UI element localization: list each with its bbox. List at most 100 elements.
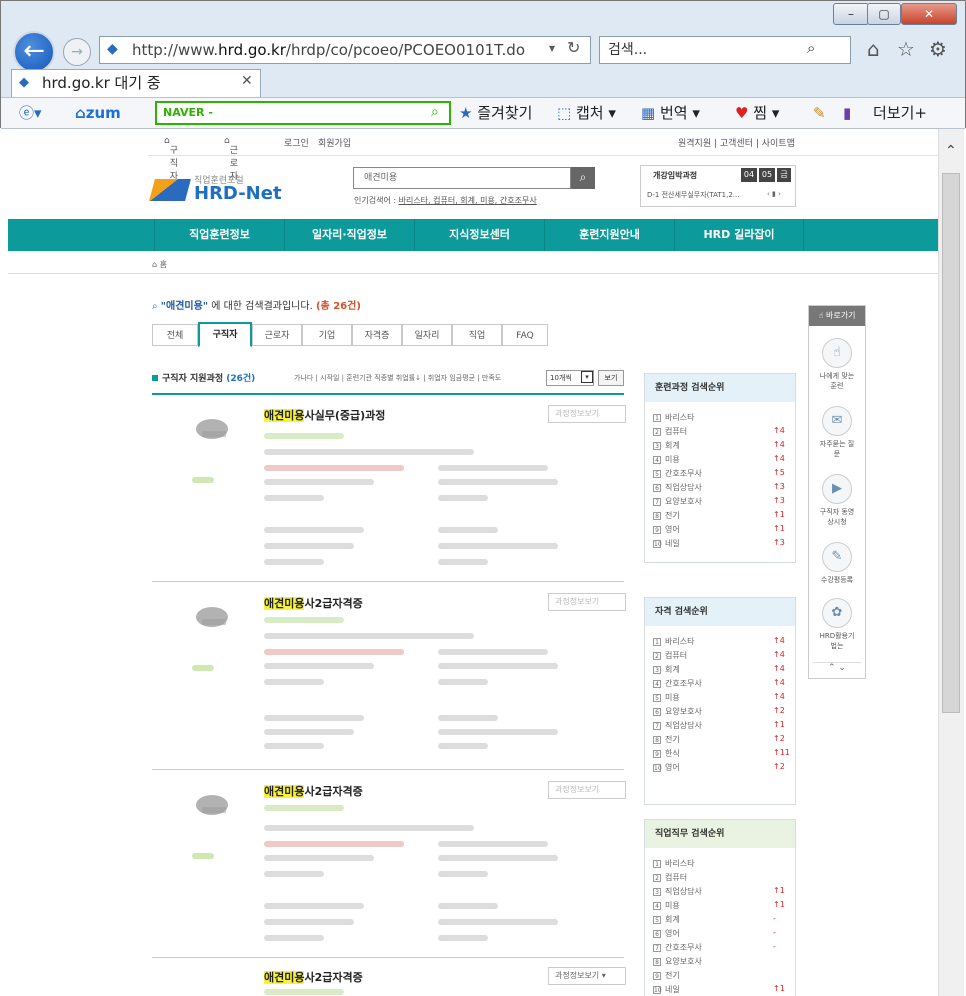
rank-row[interactable]: 10 영어 ↑2 xyxy=(653,762,785,773)
rank-row[interactable]: 7 요양보호사 ↑3 xyxy=(653,496,785,507)
tab-jobs[interactable]: 일자리 xyxy=(402,324,452,346)
rank-row[interactable]: 10 네일 ↑1 xyxy=(653,984,785,995)
tab-seeker[interactable]: 구직자 xyxy=(198,322,252,347)
back-button[interactable]: ← xyxy=(13,31,55,73)
course-title[interactable]: 애견미용사2급자격증 xyxy=(264,595,363,611)
site-search-input[interactable]: 애견미용 xyxy=(353,167,571,189)
course-title[interactable]: 애견미용사2급자격증 xyxy=(264,969,363,985)
home-icon[interactable]: ⌂ xyxy=(867,37,880,61)
rank-row[interactable]: 3 회계 ↑4 xyxy=(653,664,785,675)
tab-company[interactable]: 기업 xyxy=(302,324,352,346)
rank-row[interactable]: 6 영어 - xyxy=(653,928,776,939)
translate-button[interactable]: ▦ 번역 ▾ xyxy=(641,103,700,123)
naver-search-input[interactable]: NAVER - xyxy=(155,101,451,125)
scrollbar-thumb[interactable] xyxy=(942,173,960,713)
tab-license[interactable]: 자격증 xyxy=(352,324,402,346)
maximize-button[interactable]: ▢ xyxy=(867,3,901,25)
rank-number: 6 xyxy=(653,930,661,938)
course-title[interactable]: 애견미용사2급자격증 xyxy=(264,783,363,799)
view-button[interactable]: 보기 xyxy=(598,370,624,386)
rank-row[interactable]: 5 간호조무사 ↑5 xyxy=(653,468,785,479)
rank-row[interactable]: 1 바리스타 ↑4 xyxy=(653,636,785,647)
notice-pager[interactable]: ‹ ▮ › xyxy=(767,190,781,198)
search-icon[interactable]: ⌕ xyxy=(807,39,815,57)
nav-jobs[interactable]: 일자리·직업정보 xyxy=(284,219,414,251)
zum-button[interactable]: ⌂zum xyxy=(75,103,121,123)
worker-link[interactable]: ⌂ 근로자 xyxy=(224,136,238,182)
nav-training[interactable]: 직업훈련정보 xyxy=(154,219,284,251)
rank-row[interactable]: 2 컴퓨터 xyxy=(653,872,687,883)
zzim-button[interactable]: ♥ 찜 ▾ xyxy=(735,103,779,123)
gear-icon[interactable]: ⚙ xyxy=(929,37,947,61)
tab-occupation[interactable]: 직업 xyxy=(452,324,502,346)
util-links[interactable]: 원격지원 | 고객센터 | 사이트맵 xyxy=(678,136,795,149)
tab-faq[interactable]: FAQ xyxy=(502,324,548,346)
rank-row[interactable]: 7 직업상담사 ↑1 xyxy=(653,720,785,731)
favorites-star-icon[interactable]: ☆ xyxy=(897,37,915,61)
tab-worker[interactable]: 근로자 xyxy=(252,324,302,346)
rank-row[interactable]: 1 바리스타 xyxy=(653,858,694,869)
rank-keyword: 간호조무사 xyxy=(665,679,702,688)
scroll-up-icon[interactable]: ⌃ xyxy=(945,143,957,159)
close-button[interactable]: ✕ xyxy=(901,3,957,25)
rank-row[interactable]: 8 전기 ↑1 xyxy=(653,510,785,521)
rank-row[interactable]: 10 네일 ↑3 xyxy=(653,538,785,549)
rank-row[interactable]: 4 간호조무사 ↑4 xyxy=(653,678,785,689)
capture-button[interactable]: ⬚ 캡처 ▾ xyxy=(557,103,616,123)
rank-row[interactable]: 2 컴퓨터 ↑4 xyxy=(653,650,785,661)
ie-logo-icon[interactable]: ⓔ▾ xyxy=(19,103,42,123)
rank-row[interactable]: 4 미용 ↑1 xyxy=(653,900,785,911)
nav-support[interactable]: 훈련지원안내 xyxy=(544,219,674,251)
rank-row[interactable]: 6 직업상담사 ↑3 xyxy=(653,482,785,493)
rank-row[interactable]: 2 컴퓨터 ↑4 xyxy=(653,426,785,437)
course-title[interactable]: 애견미용사실무(중급)과정 xyxy=(264,407,385,423)
more-button[interactable]: 더보기+ xyxy=(873,103,927,123)
rank-row[interactable]: 3 직업상담사 ↑1 xyxy=(653,886,785,897)
book-icon[interactable]: ▮ xyxy=(843,103,851,123)
minimize-button[interactable]: – xyxy=(833,3,869,25)
course-detail-select[interactable]: 과정정보보기 xyxy=(548,781,626,799)
refresh-icon[interactable]: ↻ xyxy=(567,38,580,57)
course-detail-select[interactable]: 과정정보보기 xyxy=(548,405,626,423)
favorites-button[interactable]: ★ 즐겨찾기 xyxy=(459,103,532,123)
page-scrollbar[interactable]: ⌃ xyxy=(938,129,964,996)
rank-row[interactable]: 5 회계 - xyxy=(653,914,776,925)
tab-close-icon[interactable]: ✕ xyxy=(241,73,253,89)
rank-row[interactable]: 3 회계 ↑4 xyxy=(653,440,785,451)
nav-knowledge[interactable]: 지식정보센터 xyxy=(414,219,544,251)
naver-search-icon[interactable]: ⌕ xyxy=(431,104,439,120)
rank-row[interactable]: 4 미용 ↑4 xyxy=(653,454,785,465)
rank-row[interactable]: 6 요양보호사 ↑2 xyxy=(653,706,785,717)
rank-row[interactable]: 9 한식 ↑11 xyxy=(653,748,790,759)
rank-row[interactable]: 1 바리스타 xyxy=(653,412,694,423)
tab-all[interactable]: 전체 xyxy=(152,324,198,346)
quick-training-match[interactable]: ☝ 나에게 맞는훈련 xyxy=(817,338,857,391)
nav-guide[interactable]: HRD 길라잡이 xyxy=(674,219,804,251)
rank-row[interactable]: 8 요양보호사 xyxy=(653,956,702,967)
rank-row[interactable]: 5 미용 ↑4 xyxy=(653,692,785,703)
rank-row[interactable]: 9 영어 ↑1 xyxy=(653,524,785,535)
login-link[interactable]: 로그인 xyxy=(284,136,309,149)
browser-tab[interactable]: hrd.go.kr 대기 중 xyxy=(11,69,261,97)
quick-scroll[interactable]: ⌃ ⌄ xyxy=(813,662,861,676)
home-icon[interactable]: ⌂ xyxy=(152,260,157,269)
per-page-select[interactable]: 10개씩 ▾ xyxy=(546,370,594,386)
join-link[interactable]: 회원가입 xyxy=(318,136,351,149)
quick-video[interactable]: ▶ 구직자 동영상시청 xyxy=(817,474,857,527)
forward-button[interactable]: → xyxy=(63,38,91,66)
address-bar[interactable]: http://www.hrd.go.kr/hrdp/co/pcoeo/PCOEO… xyxy=(99,36,591,64)
rank-row[interactable]: 7 간호조무사 - xyxy=(653,942,776,953)
course-detail-select[interactable]: 과정정보보기 ▾ xyxy=(548,967,626,985)
rank-row[interactable]: 9 전기 xyxy=(653,970,680,981)
broom-icon[interactable]: ✎ xyxy=(813,103,826,123)
rank-row[interactable]: 8 전기 ↑2 xyxy=(653,734,785,745)
dropdown-arrow-icon[interactable]: ▾ xyxy=(549,41,555,55)
quick-hrd-usage[interactable]: ✿ HRD활용기 법는 xyxy=(817,598,857,651)
quick-review[interactable]: ✎ 수강평등록 xyxy=(817,542,857,585)
seeker-link[interactable]: ⌂ 구직자 xyxy=(164,136,178,182)
magnifier-icon: ⌕ xyxy=(152,301,158,312)
quick-faq[interactable]: ✉ 자주묻는 질문 xyxy=(817,406,857,459)
course-detail-select[interactable]: 과정정보보기 xyxy=(548,593,626,611)
site-search-button[interactable]: ⌕ xyxy=(571,167,595,189)
sort-options[interactable]: 가나다 | 시작일 | 훈련기관 직종별 취업률↓ | 취업자 임금평균 | 만… xyxy=(294,373,501,383)
